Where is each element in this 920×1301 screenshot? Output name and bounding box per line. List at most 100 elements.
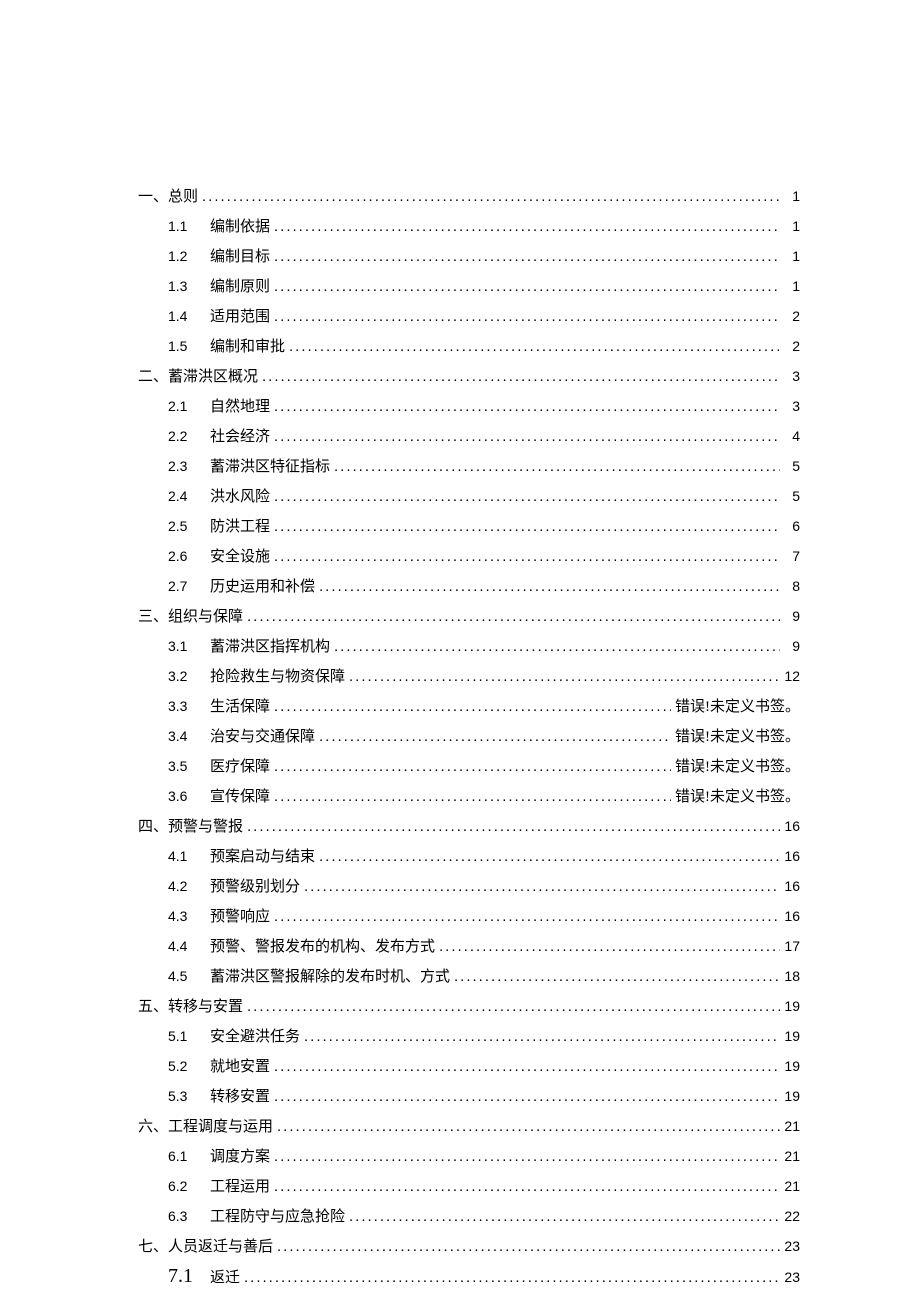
- toc-entry: 6.3工程防守与应急抢险22: [120, 1205, 800, 1226]
- toc-entry: 三、组织与保障 9: [120, 605, 800, 626]
- toc-title: 生活保障: [210, 695, 270, 716]
- toc-number: 2.1: [168, 398, 196, 414]
- toc-title: 安全设施: [210, 545, 270, 566]
- toc-number: 4.3: [168, 908, 196, 924]
- toc-title: 抢险救生与物资保障: [210, 665, 345, 686]
- toc-entry: 2.3 蓄滞洪区特征指标 5: [120, 455, 800, 476]
- toc-page-number: 16: [784, 818, 800, 834]
- toc-leader-dots: [274, 488, 780, 505]
- toc-page-number: 6: [784, 518, 800, 534]
- toc-leader-dots: [274, 308, 780, 325]
- toc-entry: 3.2抢险救生与物资保障12: [120, 665, 800, 686]
- toc-title: 蓄滞洪区指挥机构: [210, 635, 330, 656]
- toc-leader-dots: [319, 848, 780, 865]
- toc-page-error: 错误!未定义书签。: [675, 695, 800, 716]
- toc-page-number: 21: [784, 1118, 800, 1134]
- toc-number: 2.3: [168, 458, 196, 474]
- toc-title: 蓄滞洪区警报解除的发布时机、方式: [210, 965, 450, 986]
- toc-title: 七、人员返迁与善后: [138, 1235, 273, 1256]
- toc-page-number: 3: [784, 368, 800, 384]
- toc-leader-dots: [274, 908, 780, 925]
- toc-number: 6.3: [168, 1208, 196, 1224]
- toc-title: 工程运用: [210, 1175, 270, 1196]
- toc-page-error: 错误!未定义书签。: [675, 755, 800, 776]
- toc-leader-dots: [274, 398, 780, 415]
- toc-title: 二、蓄滞洪区概况: [138, 365, 258, 386]
- toc-title: 转移安置: [210, 1085, 270, 1106]
- toc-leader-dots: [274, 278, 780, 295]
- toc-leader-dots: [349, 1208, 780, 1225]
- toc-page-number: 16: [784, 878, 800, 894]
- toc-leader-dots: [274, 518, 780, 535]
- toc-entry: 2.2社会经济4: [120, 425, 800, 446]
- toc-page-number: 19: [784, 1028, 800, 1044]
- toc-title: 适用范围: [210, 305, 270, 326]
- toc-entry: 3.4治安与交通保障错误!未定义书签。: [120, 725, 800, 746]
- toc-entry: 六、工程调度与运用21: [120, 1115, 800, 1136]
- toc-title: 社会经济: [210, 425, 270, 446]
- toc-page-number: 18: [784, 968, 800, 984]
- toc-leader-dots: [202, 188, 780, 205]
- toc-leader-dots: [334, 638, 780, 655]
- toc-page-number: 5: [784, 458, 800, 474]
- toc-entry: 四、预警与警报16: [120, 815, 800, 836]
- toc-page-number: 21: [784, 1148, 800, 1164]
- toc-page-number: 3: [784, 398, 800, 414]
- toc-number: 4.2: [168, 878, 196, 894]
- toc-page-number: 2: [784, 338, 800, 354]
- toc-title: 洪水风险: [210, 485, 270, 506]
- toc-entry: 3.5医疗保障错误!未定义书签。: [120, 755, 800, 776]
- toc-number: 5.1: [168, 1028, 196, 1044]
- toc-title: 就地安置: [210, 1055, 270, 1076]
- toc-number: 2.7: [168, 578, 196, 594]
- toc-entry: 2.4洪水风险5: [120, 485, 800, 506]
- toc-title: 预案启动与结束: [210, 845, 315, 866]
- toc-number: 5.3: [168, 1088, 196, 1104]
- toc-number: 1.3: [168, 278, 196, 294]
- table-of-contents: 一、总则11.1编制依据11.2编制目标11.3编制原则11.4适用范围21.5…: [120, 185, 800, 1288]
- toc-title: 历史运用和补偿: [210, 575, 315, 596]
- toc-leader-dots: [247, 608, 780, 625]
- toc-title: 编制目标: [210, 245, 270, 266]
- toc-entry: 6.1调度方案21: [120, 1145, 800, 1166]
- toc-entry: 4.1预案启动与结束16: [120, 845, 800, 866]
- toc-page-number: 21: [784, 1178, 800, 1194]
- toc-leader-dots: [319, 728, 671, 745]
- toc-entry: 1.2编制目标1: [120, 245, 800, 266]
- toc-number: 1.2: [168, 248, 196, 264]
- toc-entry: 2.1自然地理3: [120, 395, 800, 416]
- toc-title: 医疗保障: [210, 755, 270, 776]
- toc-page-number: 19: [784, 1058, 800, 1074]
- toc-number: 7.1: [168, 1265, 196, 1288]
- toc-title: 蓄滞洪区特征指标: [210, 455, 330, 476]
- toc-title: 一、总则: [138, 185, 198, 206]
- toc-title: 工程防守与应急抢险: [210, 1205, 345, 1226]
- toc-entry: 4.3预警响应16: [120, 905, 800, 926]
- toc-leader-dots: [274, 758, 671, 775]
- toc-page-number: 5: [784, 488, 800, 504]
- toc-number: 1.4: [168, 308, 196, 324]
- toc-leader-dots: [319, 578, 780, 595]
- toc-entry: 1.5编制和审批2: [120, 335, 800, 356]
- toc-page-number: 23: [784, 1269, 800, 1285]
- toc-leader-dots: [274, 1178, 780, 1195]
- toc-page-error: 错误!未定义书签。: [675, 725, 800, 746]
- toc-title: 防洪工程: [210, 515, 270, 536]
- toc-entry: 2.7历史运用和补偿8: [120, 575, 800, 596]
- toc-number: 2.6: [168, 548, 196, 564]
- toc-page-number: 12: [784, 668, 800, 684]
- toc-number: 3.1: [168, 638, 196, 654]
- toc-title: 预警、警报发布的机构、发布方式: [210, 935, 435, 956]
- toc-title: 三、组织与保障: [138, 605, 243, 626]
- toc-leader-dots: [274, 218, 780, 235]
- toc-leader-dots: [274, 1148, 780, 1165]
- toc-leader-dots: [247, 818, 780, 835]
- toc-page-number: 9: [784, 608, 800, 624]
- toc-page-number: 2: [784, 308, 800, 324]
- toc-entry: 1.3编制原则1: [120, 275, 800, 296]
- toc-leader-dots: [274, 1088, 780, 1105]
- toc-leader-dots: [262, 368, 780, 385]
- toc-page-error: 错误!未定义书签。: [675, 785, 800, 806]
- toc-leader-dots: [274, 1058, 780, 1075]
- toc-number: 1.1: [168, 218, 196, 234]
